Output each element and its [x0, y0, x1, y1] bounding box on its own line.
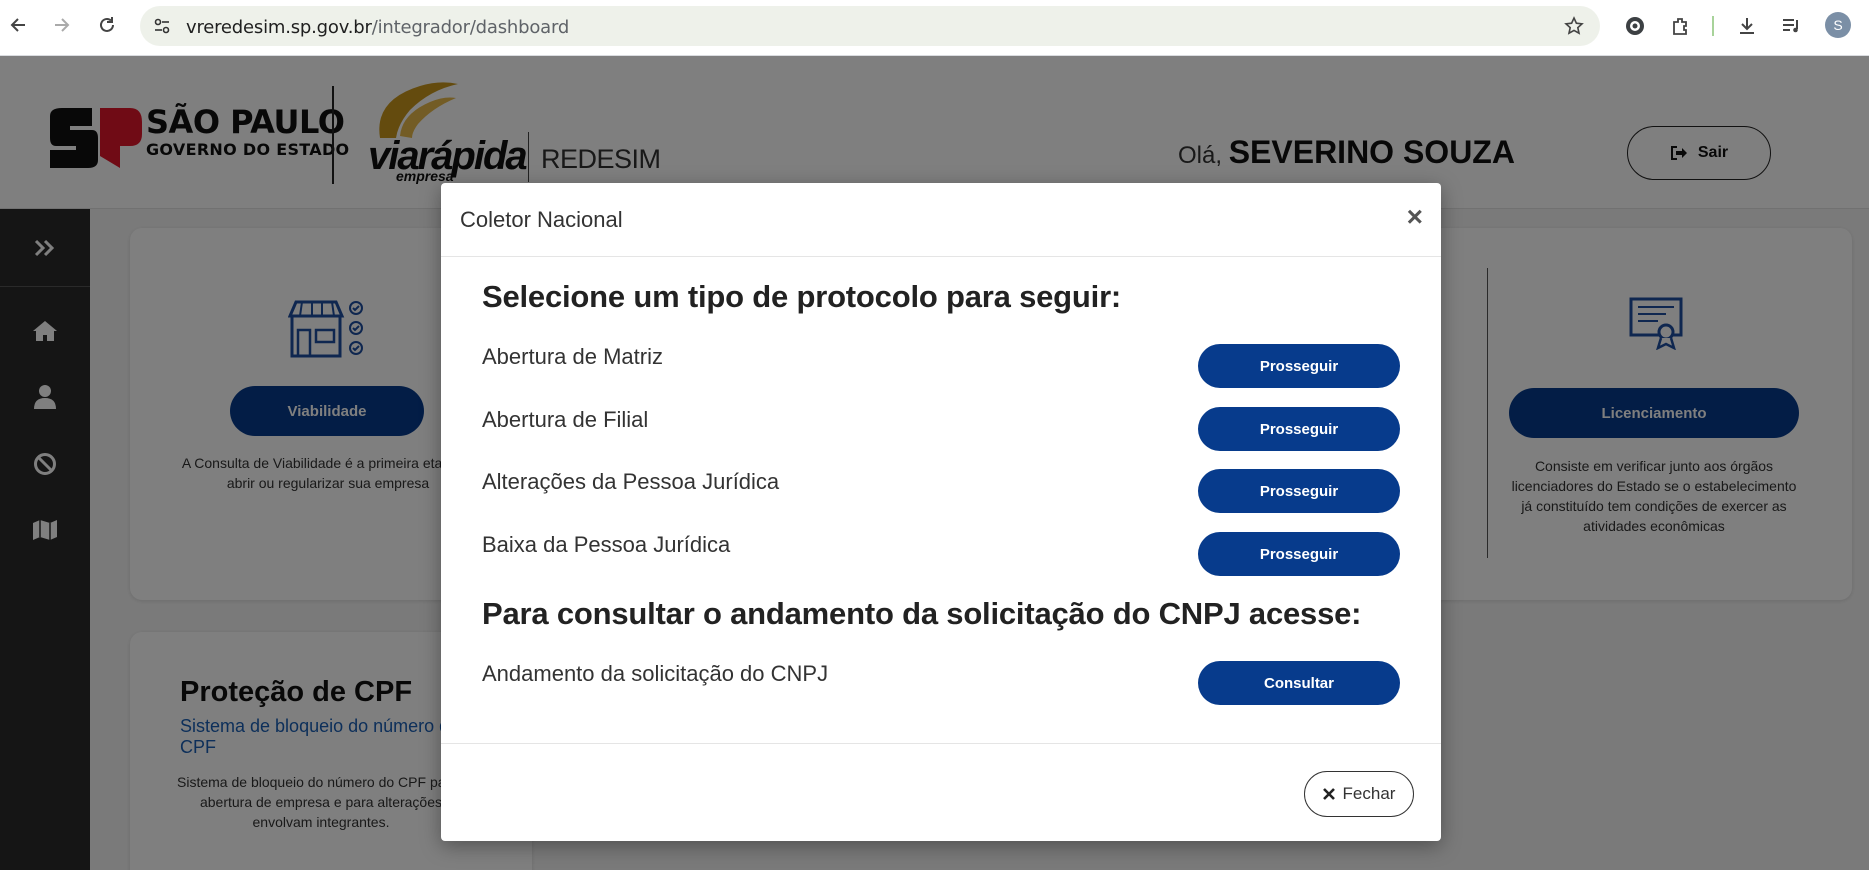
prosseguir-baixa-button[interactable]: Prosseguir — [1198, 532, 1400, 576]
protocol-label-abertura-filial: Abertura de Filial — [482, 407, 649, 432]
site-info-icon[interactable] — [150, 14, 174, 38]
prosseguir-abertura-filial-button[interactable]: Prosseguir — [1198, 407, 1400, 451]
coletor-nacional-modal: Coletor Nacional × Selecione um tipo de … — [441, 183, 1441, 841]
download-icon[interactable] — [1734, 13, 1760, 39]
modal-title: Coletor Nacional — [460, 207, 623, 232]
protocol-label-alteracoes: Alterações da Pessoa Jurídica — [482, 469, 780, 494]
arrow-left-icon — [10, 18, 25, 32]
fechar-button[interactable]: Fechar — [1304, 771, 1414, 817]
modal-header: Coletor Nacional × — [441, 183, 1441, 257]
close-icon — [1322, 788, 1335, 800]
consultar-button[interactable]: Consultar — [1198, 661, 1400, 705]
cnpj-section-title: Para consultar o andamento da solicitaçã… — [482, 596, 1362, 631]
protocol-label-baixa: Baixa da Pessoa Jurídica — [482, 532, 731, 557]
arrow-right-icon — [55, 18, 70, 32]
url-host: vreredesim.sp.gov.br — [186, 17, 372, 38]
protocol-section-title: Selecione um tipo de protocolo para segu… — [482, 279, 1122, 314]
protocol-label-abertura-matriz: Abertura de Matriz — [482, 344, 663, 369]
bookmark-star-icon[interactable] — [1562, 14, 1586, 38]
modal-close-icon[interactable]: × — [1407, 203, 1423, 231]
profile-avatar[interactable]: S — [1825, 12, 1851, 38]
browser-toolbar: vreredesim.sp.gov.br/integrador/dashboar… — [0, 0, 1869, 56]
url-text: vreredesim.sp.gov.br/integrador/dashboar… — [186, 17, 569, 38]
back-button[interactable] — [4, 10, 34, 40]
prosseguir-alteracoes-button[interactable]: Prosseguir — [1198, 469, 1400, 513]
fechar-label: Fechar — [1342, 784, 1396, 803]
modal-footer — [441, 743, 1441, 841]
forward-button[interactable] — [46, 10, 76, 40]
extensions-puzzle-icon[interactable] — [1668, 13, 1694, 39]
url-path: /integrador/dashboard — [371, 17, 570, 38]
reload-icon — [100, 17, 114, 32]
toolbar-separator — [1712, 16, 1714, 36]
address-bar[interactable]: vreredesim.sp.gov.br/integrador/dashboar… — [140, 6, 1600, 46]
media-playlist-icon[interactable] — [1778, 13, 1804, 39]
reload-button[interactable] — [92, 10, 122, 40]
cnpj-consulta-label: Andamento da solicitação do CNPJ — [482, 661, 829, 686]
extension-face-icon[interactable] — [1622, 13, 1648, 39]
prosseguir-abertura-matriz-button[interactable]: Prosseguir — [1198, 344, 1400, 388]
